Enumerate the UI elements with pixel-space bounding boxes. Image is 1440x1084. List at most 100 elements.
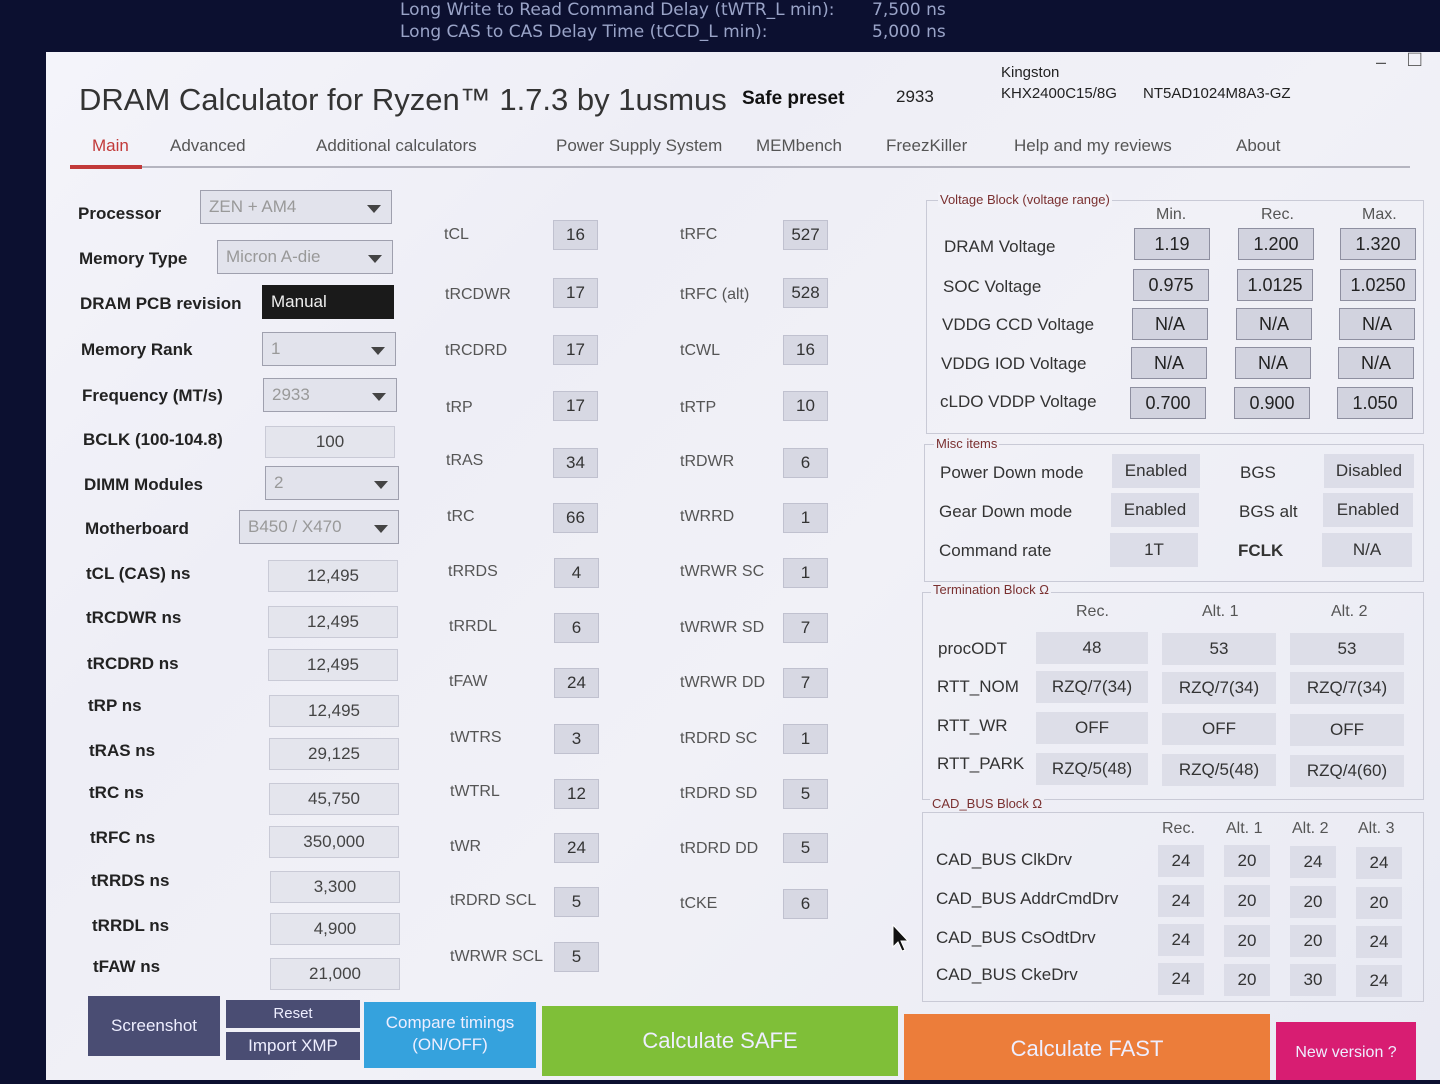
memory-rank-select[interactable]: 1 bbox=[262, 332, 396, 366]
timing-value-trfc-alt: 528 bbox=[783, 278, 828, 308]
tab-freezkiller[interactable]: FreezKiller bbox=[886, 136, 967, 156]
cad-addrcmddrv-rec: 24 bbox=[1158, 885, 1204, 917]
timing-value-twrwr-scl: 5 bbox=[554, 942, 599, 972]
fclk-value: N/A bbox=[1322, 533, 1412, 567]
mouse-cursor-icon bbox=[892, 924, 910, 952]
chevron-down-icon bbox=[367, 205, 381, 213]
memory-chip: NT5AD1024M8A3-GZ bbox=[1143, 85, 1291, 102]
dram-pcb-revision-field[interactable]: Manual bbox=[262, 285, 394, 319]
tab-main[interactable]: Main bbox=[92, 136, 129, 156]
trp-ns-value: 12,495 bbox=[269, 695, 399, 727]
cad-col-alt3: Alt. 3 bbox=[1358, 820, 1395, 837]
procodt-rec: 48 bbox=[1036, 632, 1148, 664]
power-down-mode-label: Power Down mode bbox=[940, 463, 1084, 482]
dram-pcb-revision-value: Manual bbox=[271, 292, 327, 311]
rtt-park-alt1: RZQ/5(48) bbox=[1162, 754, 1276, 786]
cad-addrcmddrv-label: CAD_BUS AddrCmdDrv bbox=[936, 889, 1119, 908]
cad-addrcmddrv-alt3: 20 bbox=[1356, 887, 1402, 919]
timing-label-trcdrd: tRCDRD bbox=[445, 342, 508, 359]
bclk-label: BCLK (100-104.8) bbox=[83, 430, 223, 449]
motherboard-value: B450 / X470 bbox=[248, 517, 342, 536]
import-xmp-button[interactable]: Import XMP bbox=[226, 1032, 360, 1060]
new-version-button[interactable]: New version ? bbox=[1276, 1022, 1416, 1080]
cad-clkdrv-label: CAD_BUS ClkDrv bbox=[936, 850, 1073, 869]
dram-voltage-rec: 1.200 bbox=[1238, 228, 1314, 260]
frequency-select[interactable]: 2933 bbox=[263, 378, 397, 412]
tab-power-supply-system[interactable]: Power Supply System bbox=[556, 136, 722, 156]
procodt-label: procODT bbox=[938, 639, 1007, 658]
memory-type-select[interactable]: Micron A-die bbox=[217, 240, 393, 274]
calculate-fast-button[interactable]: Calculate FAST bbox=[904, 1014, 1270, 1080]
dram-voltage-label: DRAM Voltage bbox=[944, 237, 1056, 256]
screenshot-button[interactable]: Screenshot bbox=[88, 996, 220, 1056]
dram-voltage-min: 1.19 bbox=[1134, 228, 1210, 260]
timing-value-twrwr-sc: 1 bbox=[783, 558, 828, 588]
timing-value-tfaw: 24 bbox=[554, 668, 599, 698]
trp-ns-label: tRP ns bbox=[88, 696, 142, 715]
cad-col-alt1: Alt. 1 bbox=[1226, 820, 1263, 837]
cldo-vddp-voltage-rec: 0.900 bbox=[1234, 387, 1310, 419]
cad-csodtdrv-alt2: 20 bbox=[1290, 925, 1336, 957]
cad-ckedrv-rec: 24 bbox=[1158, 963, 1204, 995]
minimize-button[interactable]: – bbox=[1376, 52, 1386, 73]
timing-value-twr: 24 bbox=[554, 833, 599, 863]
processor-value: ZEN + AM4 bbox=[209, 197, 297, 216]
cldo-vddp-voltage-max: 1.050 bbox=[1337, 387, 1413, 419]
chevron-down-icon bbox=[372, 393, 386, 401]
processor-select[interactable]: ZEN + AM4 bbox=[200, 190, 392, 224]
bg-line-1: Long Write to Read Command Delay (tWTR_L… bbox=[400, 0, 835, 20]
tab-advanced[interactable]: Advanced bbox=[170, 136, 246, 156]
tab-about[interactable]: About bbox=[1236, 136, 1280, 156]
preset-value: 2933 bbox=[896, 87, 934, 106]
gear-down-mode-value: Enabled bbox=[1111, 493, 1199, 527]
tab-divider bbox=[70, 166, 1410, 168]
timing-value-twrwr-sd: 7 bbox=[783, 613, 828, 643]
maximize-button[interactable]: □ bbox=[1408, 46, 1421, 72]
chevron-down-icon bbox=[374, 481, 388, 489]
rtt-park-label: RTT_PARK bbox=[937, 754, 1025, 773]
calculate-safe-button[interactable]: Calculate SAFE bbox=[542, 1006, 898, 1076]
timing-label-trdrd-scl: tRDRD SCL bbox=[450, 892, 537, 909]
trcdrd-ns-label: tRCDRD ns bbox=[87, 654, 179, 673]
timing-value-trdwr: 6 bbox=[783, 448, 828, 478]
trcdwr-ns-label: tRCDWR ns bbox=[86, 608, 182, 627]
timing-value-trdrd-scl: 5 bbox=[554, 887, 599, 917]
bg-value-2: 5,000 ns bbox=[872, 22, 946, 42]
dimm-modules-select[interactable]: 2 bbox=[265, 466, 399, 500]
tcl-ns-value: 12,495 bbox=[268, 560, 398, 592]
timing-label-trfc: tRFC bbox=[680, 226, 718, 243]
cad-col-alt2: Alt. 2 bbox=[1292, 820, 1329, 837]
motherboard-select[interactable]: B450 / X470 bbox=[239, 510, 399, 544]
frequency-value: 2933 bbox=[272, 385, 310, 404]
command-rate-label: Command rate bbox=[939, 541, 1052, 560]
rtt-wr-alt1: OFF bbox=[1162, 713, 1276, 745]
reset-button[interactable]: Reset bbox=[226, 1000, 360, 1028]
timing-label-trrds: tRRDS bbox=[448, 563, 498, 580]
cad-clkdrv-alt2: 24 bbox=[1290, 846, 1336, 878]
bclk-input[interactable]: 100 bbox=[265, 426, 395, 458]
tab-help-and-reviews[interactable]: Help and my reviews bbox=[1014, 136, 1172, 156]
cad-csodtdrv-alt1: 20 bbox=[1224, 925, 1270, 957]
soc-voltage-rec: 1.0125 bbox=[1237, 269, 1313, 301]
trc-ns-value: 45,750 bbox=[269, 783, 399, 815]
termination-col-alt2: Alt. 2 bbox=[1331, 603, 1368, 620]
timing-label-trp: tRP bbox=[446, 399, 473, 416]
timing-value-trc: 66 bbox=[553, 503, 598, 533]
compare-timings-button[interactable]: Compare timings (ON/OFF) bbox=[364, 1002, 536, 1068]
timing-label-trdrd-dd: tRDRD DD bbox=[680, 840, 759, 857]
app-title: DRAM Calculator for Ryzen™ 1.7.3 by 1usm… bbox=[79, 82, 727, 117]
procodt-alt1: 53 bbox=[1162, 633, 1276, 665]
cad-csodtdrv-label: CAD_BUS CsOdtDrv bbox=[936, 928, 1096, 947]
active-tab-indicator bbox=[70, 165, 142, 169]
tab-additional-calculators[interactable]: Additional calculators bbox=[316, 136, 477, 156]
gear-down-mode-label: Gear Down mode bbox=[939, 502, 1073, 521]
timing-value-trfc: 527 bbox=[783, 220, 828, 250]
memory-type-value: Micron A-die bbox=[226, 247, 321, 266]
cldo-vddp-voltage-min: 0.700 bbox=[1130, 387, 1206, 419]
memory-rank-label: Memory Rank bbox=[81, 340, 193, 359]
fclk-label: FCLK bbox=[1238, 541, 1284, 560]
tab-membench[interactable]: MEMbench bbox=[756, 136, 842, 156]
trc-ns-label: tRC ns bbox=[89, 783, 144, 802]
vddg-iod-voltage-min: N/A bbox=[1131, 347, 1207, 379]
bgs-label: BGS bbox=[1240, 463, 1276, 482]
